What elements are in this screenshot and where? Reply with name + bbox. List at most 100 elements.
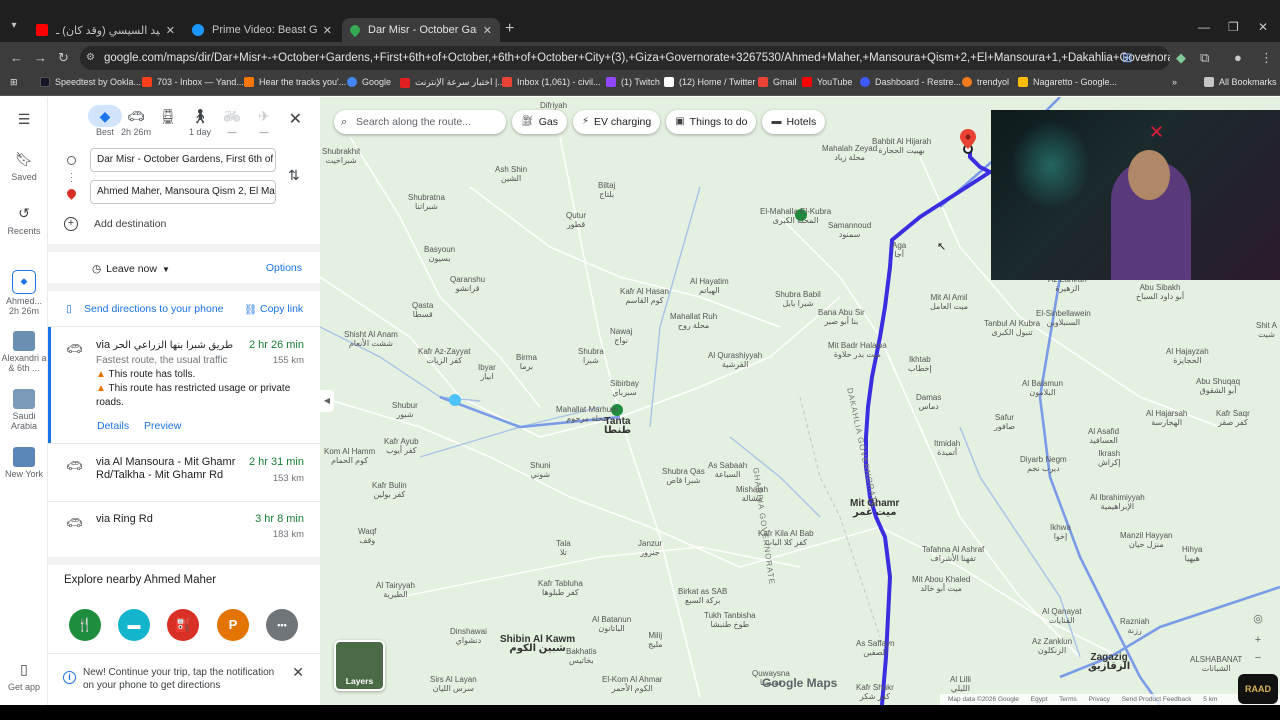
map-label[interactable]: Qutur قطور: [566, 211, 586, 229]
map-label[interactable]: Tanbul Al Kubra تنبول الكبرى: [984, 319, 1040, 337]
map-label[interactable]: Ibyar ابيار: [478, 363, 496, 381]
bookmark-inbox[interactable]: Inbox (1,061) - civil...: [502, 77, 601, 87]
mode-walking[interactable]: 🚶︎ 1 day: [183, 105, 217, 137]
map-label[interactable]: Kafr Al Hasan كوم القاسم: [620, 287, 669, 305]
map-label[interactable]: Kafr Az-Zayyat كفر الزيات: [418, 347, 470, 365]
all-bookmarks[interactable]: All Bookmarks: [1204, 77, 1277, 87]
bookmark-google[interactable]: Google: [347, 77, 391, 87]
browser-tab-prime-video[interactable]: Prime Video: Beast Games - Sea ✕: [184, 18, 340, 42]
map-label[interactable]: Al Batanun الباتانون: [592, 615, 631, 633]
route-option-3[interactable]: 🚗︎ via Ring Rd 3 hr 8 min 183 km: [48, 513, 320, 549]
map-label[interactable]: Dinshawai دنشواي: [450, 627, 487, 645]
map-label[interactable]: Abu Sibakh أبو داود السباخ: [1136, 283, 1184, 301]
map-label[interactable]: Mit Badr Halawa ميت بدر حلاوة: [828, 341, 887, 359]
map-label[interactable]: Al Balamun البلامون: [1022, 379, 1063, 397]
map-label[interactable]: Tukh Tanbisha طوخ طنبشا: [704, 611, 756, 629]
restaurants-button[interactable]: 🍴: [69, 609, 101, 641]
zagazig-label[interactable]: Zagazig الزقازيق: [1088, 653, 1130, 672]
bookmark-speedtest[interactable]: Speedtest by Ookla...: [40, 77, 141, 87]
map-label[interactable]: Basyoun بسيون: [424, 245, 455, 263]
close-window-icon[interactable]: ✕: [1258, 20, 1268, 34]
details-button[interactable]: Details: [97, 420, 129, 432]
map-label[interactable]: Sirs Al Layan سرس الليان: [430, 675, 477, 693]
map-label[interactable]: Birkat as SAB بركة السبع: [678, 587, 727, 605]
close-directions-icon[interactable]: ✕: [289, 109, 302, 129]
mahalla-label[interactable]: El-Mahalla El-Kubra المحلة الكبرى: [760, 207, 831, 225]
map-label[interactable]: Hihya هيهيا: [1182, 545, 1202, 563]
map-label[interactable]: Sibirbay سبرباي: [610, 379, 639, 397]
map-label[interactable]: El-Sinbellawein السنبلاوين: [1036, 309, 1091, 327]
feedback-link[interactable]: Send Product Feedback: [1122, 696, 1192, 703]
map-label[interactable]: Al Lilli الليلي: [950, 675, 971, 693]
apps-grid-icon[interactable]: ⊞: [10, 77, 18, 88]
recents-button[interactable]: ↺ Recents: [0, 205, 48, 236]
recent-directions-button[interactable]: ◆ Ahmed... 2h 26m: [0, 270, 48, 316]
extension-icon[interactable]: ◆: [1176, 50, 1186, 66]
map-label[interactable]: Mit Abou Khaled ميت أبو خالد: [912, 575, 970, 593]
map-label[interactable]: Qasta قسطا: [412, 301, 433, 319]
shibin-el-kom-label[interactable]: Shibin Al Kawm شبين الكوم: [500, 635, 575, 654]
map-label[interactable]: Az Zanklun الزنكلون: [1032, 637, 1072, 655]
map-label[interactable]: Al Asafid العسافيد: [1088, 427, 1119, 445]
bookmark-nagaretto[interactable]: Nagaretto - Google...: [1018, 77, 1117, 87]
origin-input[interactable]: Dar Misr - October Gardens, First 6th of: [90, 148, 276, 172]
map-label[interactable]: Razniah رزنة: [1120, 617, 1149, 635]
bookmark-star-icon[interactable]: ☆: [1143, 50, 1155, 66]
recent-place-saudi-arabia[interactable]: Saudi Arabia: [0, 389, 48, 431]
map-label[interactable]: Shubra Babil شبرا بابل: [775, 290, 821, 308]
reload-icon[interactable]: ↻: [58, 50, 69, 66]
map-label[interactable]: Waqf وقف: [358, 527, 376, 545]
map-label[interactable]: Shubur شبور: [392, 401, 418, 419]
chip-things-to-do[interactable]: ▣ Things to do: [666, 110, 757, 134]
get-app-button[interactable]: ▯ Get app: [0, 661, 48, 692]
leave-now-dropdown[interactable]: ◷ Leave now ▼: [92, 261, 170, 277]
map-label[interactable]: Shubratna شبراتنا: [408, 193, 445, 211]
tab-search-icon[interactable]: ▾: [6, 18, 22, 34]
translate-icon[interactable]: ⊞: [1122, 50, 1133, 66]
map-label[interactable]: Qaranshu قرانشو: [450, 275, 485, 293]
map-label[interactable]: Shit A شيت: [1256, 321, 1277, 339]
bookmarks-overflow-icon[interactable]: »: [1172, 77, 1177, 87]
route-option-2[interactable]: 🚗︎ via Al Mansoura - Mit Ghamr Rd/Talkha…: [48, 456, 320, 500]
map-label[interactable]: Mahallat Ruh محلة روح: [670, 312, 717, 330]
map-label[interactable]: Al Ibrahimiyyah الإبراهيمية: [1090, 493, 1145, 511]
map-label[interactable]: Kafr Ayub كفر أيوب: [384, 437, 419, 455]
menu-button[interactable]: ☰: [0, 111, 48, 132]
map-label[interactable]: Milij مليج: [648, 631, 663, 649]
map-label[interactable]: Shubra Qas شبرا قاص: [662, 467, 705, 485]
map-label[interactable]: Aga أجا: [892, 241, 906, 259]
mode-best[interactable]: ◆ Best: [88, 105, 122, 137]
close-tab-icon[interactable]: ✕: [166, 24, 175, 37]
map-label[interactable]: ALSHABANAT الشبانات: [1190, 655, 1242, 673]
hotels-button[interactable]: ▬: [118, 609, 150, 641]
mode-transit[interactable]: 🚆︎: [151, 105, 185, 127]
map-label[interactable]: Ikhtab إخطاب: [908, 355, 932, 373]
back-icon[interactable]: ←: [10, 50, 23, 65]
add-destination-button[interactable]: + Add destination: [64, 217, 166, 231]
mode-driving[interactable]: 🚗︎ 2h 26m: [119, 105, 153, 137]
map-label[interactable]: Birma برما: [516, 353, 537, 371]
map-label[interactable]: Nawaj نواج: [610, 327, 632, 345]
map-label[interactable]: Samannoud سمنود: [828, 221, 871, 239]
layers-button[interactable]: Layers: [334, 640, 385, 691]
map-label[interactable]: Ikrash إكراش: [1098, 449, 1120, 467]
map-label[interactable]: Kom Al Hamm كوم الحمام: [324, 447, 375, 465]
parking-button[interactable]: P: [217, 609, 249, 641]
search-along-route-input[interactable]: ⌕ Search along the route...: [334, 110, 506, 134]
map-label[interactable]: Tafahna Al Ashraf تفهنا الأشراف: [922, 545, 984, 563]
chip-ev-charging[interactable]: ⚡︎ EV charging: [572, 110, 661, 134]
map-label[interactable]: Bahbit Al Hijarah بهبيت الحجارة: [872, 137, 931, 155]
map-label[interactable]: Ikhwa إخوا: [1050, 523, 1071, 541]
forward-icon[interactable]: →: [34, 50, 47, 65]
map-label[interactable]: Biltaj بلتاج: [598, 181, 615, 199]
browser-tab-google-maps[interactable]: Dar Misr - October Gardens to ✕: [342, 18, 500, 42]
close-notification-icon[interactable]: ✕: [292, 664, 304, 681]
map-label[interactable]: Kafr Shukr كفر شكر: [856, 683, 894, 701]
map-label[interactable]: Al Qurashiyyah القرشية: [708, 351, 762, 369]
bookmark-gmail[interactable]: Gmail: [758, 77, 797, 87]
swap-icon[interactable]: ⇅: [288, 167, 300, 184]
map-label[interactable]: Shisht Al Anam ششت الأنعام: [344, 330, 398, 348]
map-label[interactable]: Al Qanayat القنايات: [1042, 607, 1082, 625]
map-label[interactable]: Bakhatis بخاتيس: [566, 647, 597, 665]
saved-button[interactable]: 🔖︎ Saved: [0, 151, 48, 182]
